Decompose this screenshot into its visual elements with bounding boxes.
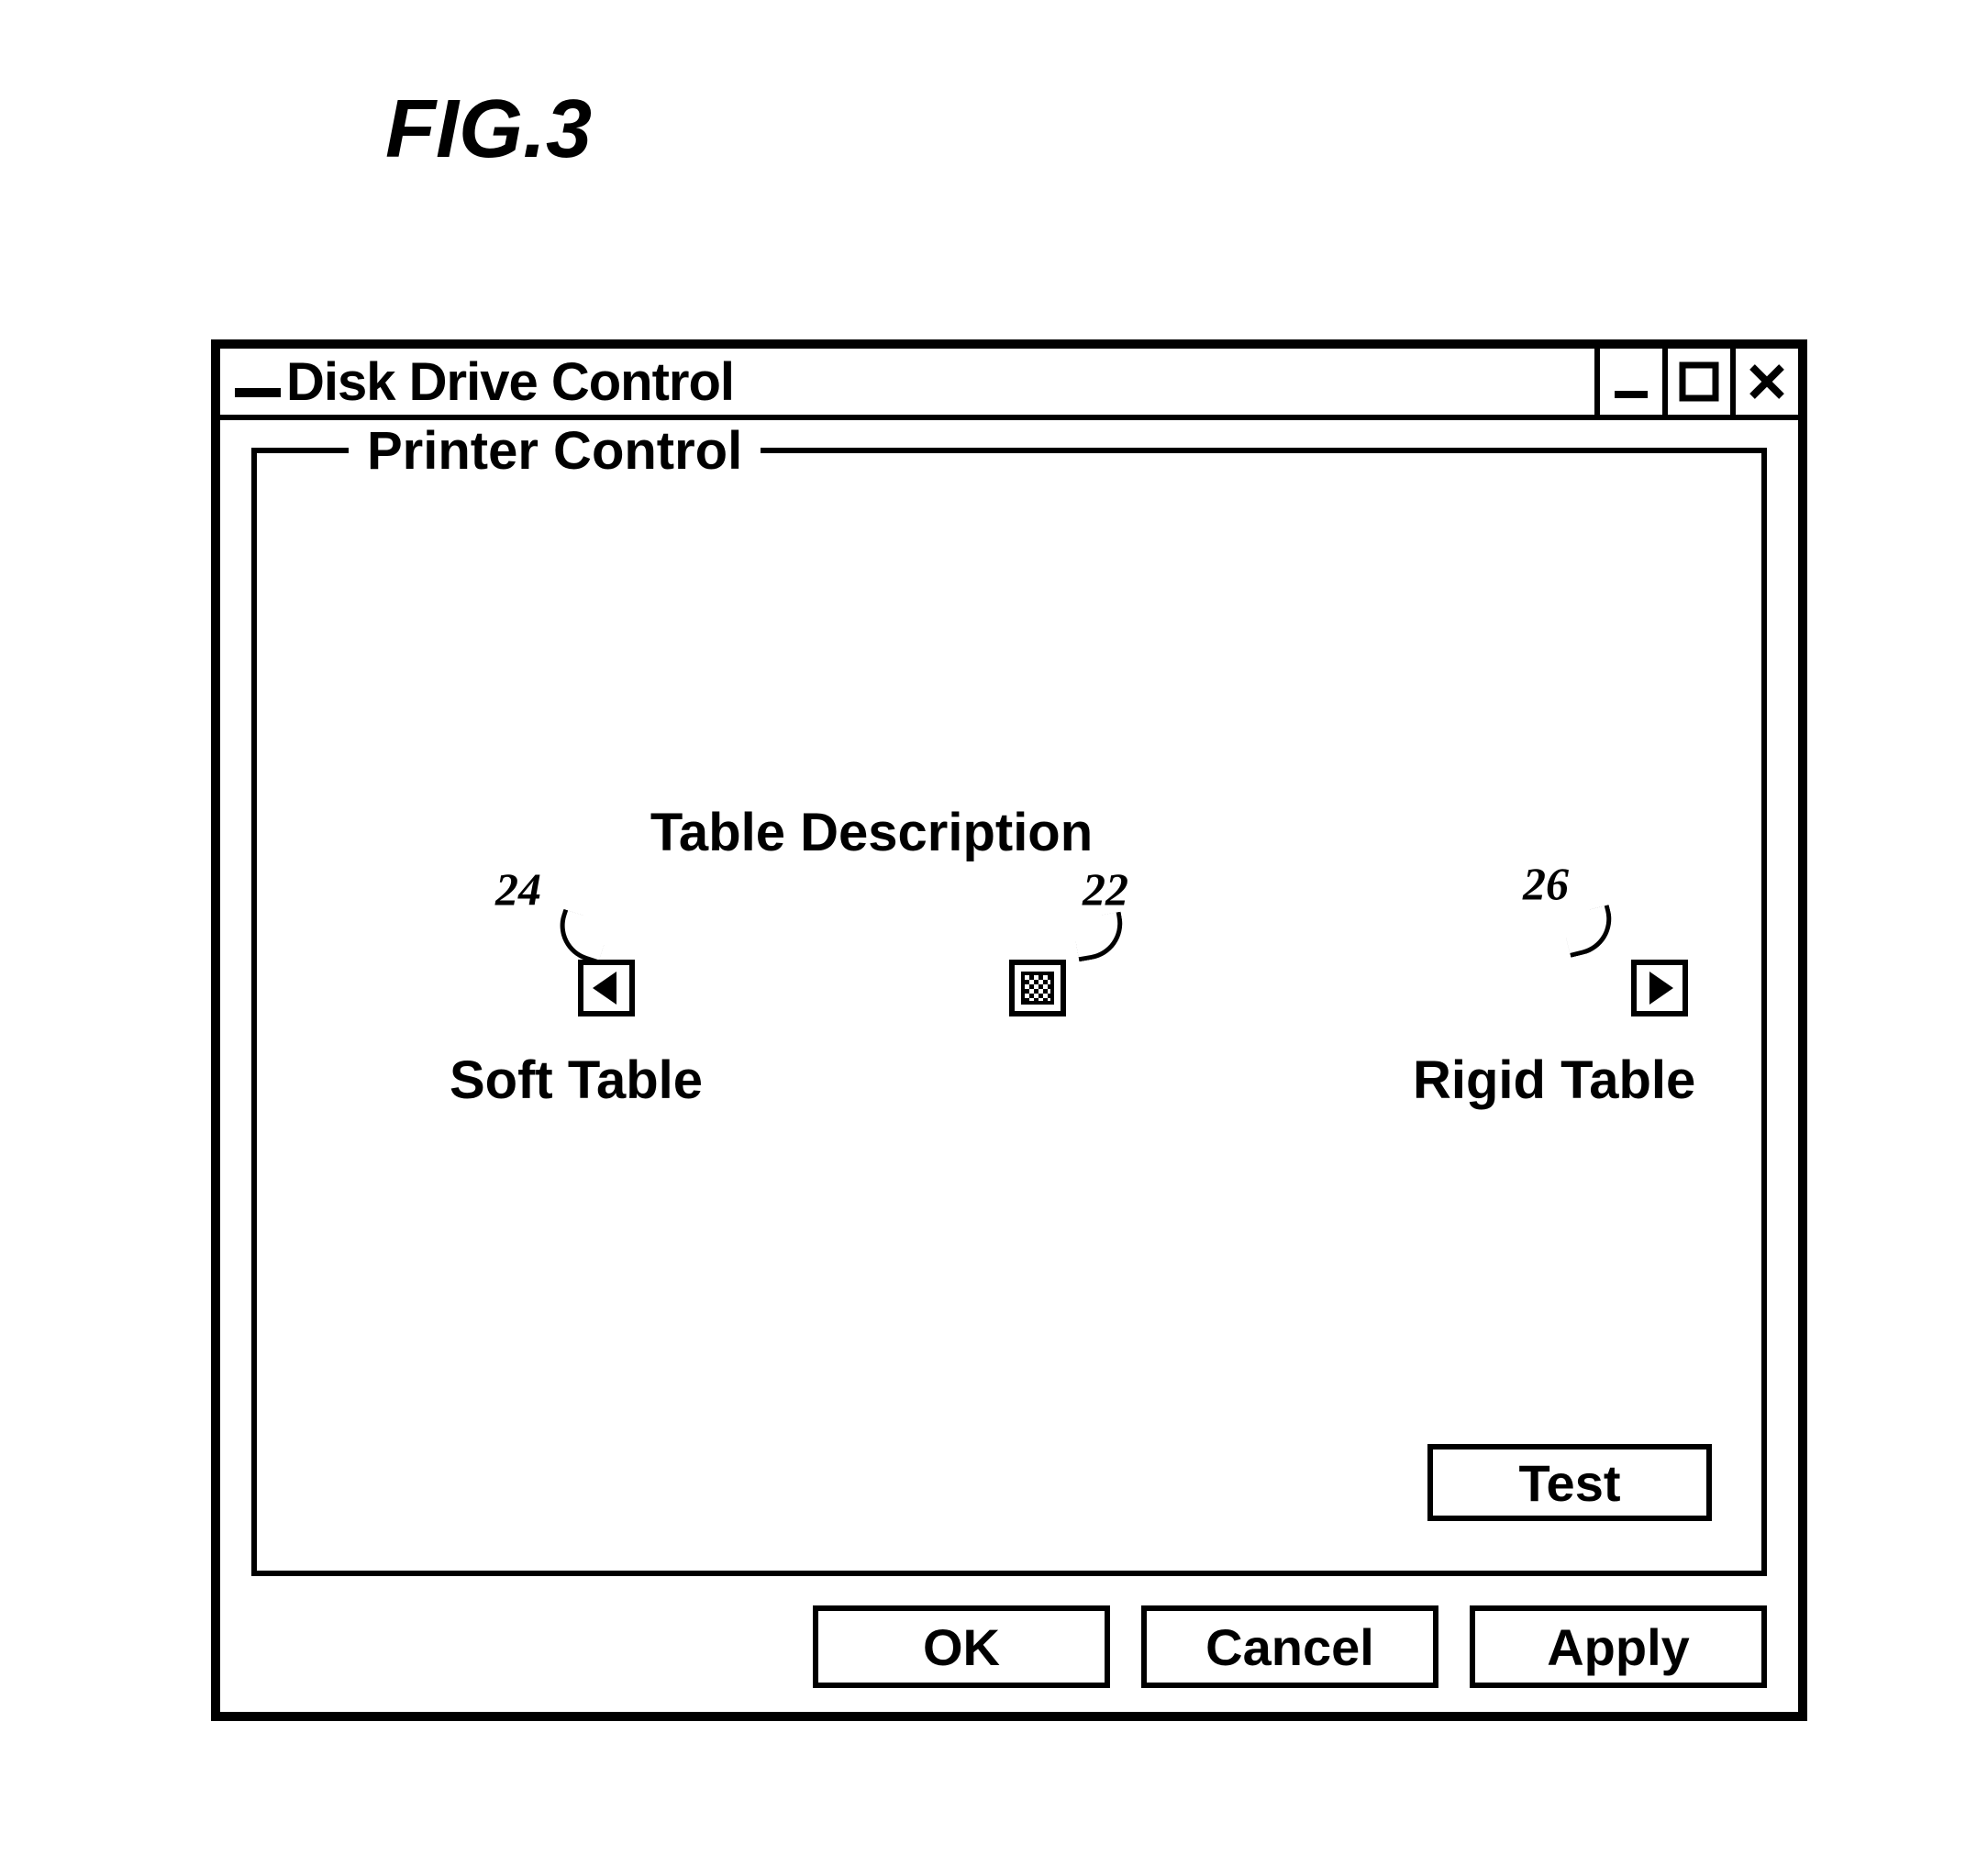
callout-24: 24 [495,862,541,916]
close-button[interactable] [1730,349,1798,415]
client-area: Printer Control Table Description 24 22 … [220,420,1798,1712]
test-button[interactable]: Test [1427,1444,1712,1521]
ok-button[interactable]: OK [813,1605,1110,1688]
maximize-icon [1677,360,1721,404]
callout-22: 22 [1083,862,1128,916]
minimize-icon [1609,360,1653,404]
figure-label: FIG.3 [385,83,592,177]
dialog-button-row: OK Cancel Apply [251,1605,1767,1688]
callout-26: 26 [1523,857,1569,910]
rigid-table-label: Rigid Table [1413,1050,1695,1111]
apply-button[interactable]: Apply [1470,1605,1767,1688]
slider-thumb[interactable] [1009,960,1066,1016]
groupbox-legend: Printer Control [349,420,761,482]
window-controls [1594,349,1798,415]
titlebar-dash-icon [235,388,281,397]
callout-arc-icon [550,909,611,964]
maximize-button[interactable] [1662,349,1730,415]
window-title: Disk Drive Control [286,351,734,413]
close-icon [1745,360,1789,404]
cancel-button[interactable]: Cancel [1141,1605,1438,1688]
soft-table-label: Soft Table [450,1050,703,1111]
slider-row [257,960,1761,1026]
triangle-left-icon [593,972,616,1005]
triangle-right-icon [1649,972,1673,1005]
dialog-window: Disk Drive Control Printer Control Table… [211,339,1807,1721]
thumb-pattern-icon [1021,972,1054,1005]
titlebar: Disk Drive Control [220,349,1798,420]
callout-arc-icon [1072,912,1127,962]
increase-button[interactable] [1631,960,1688,1016]
minimize-button[interactable] [1594,349,1662,415]
decrease-button[interactable] [578,960,635,1016]
callout-arc-icon [1560,905,1619,958]
printer-control-group: Printer Control Table Description 24 22 … [251,448,1767,1576]
